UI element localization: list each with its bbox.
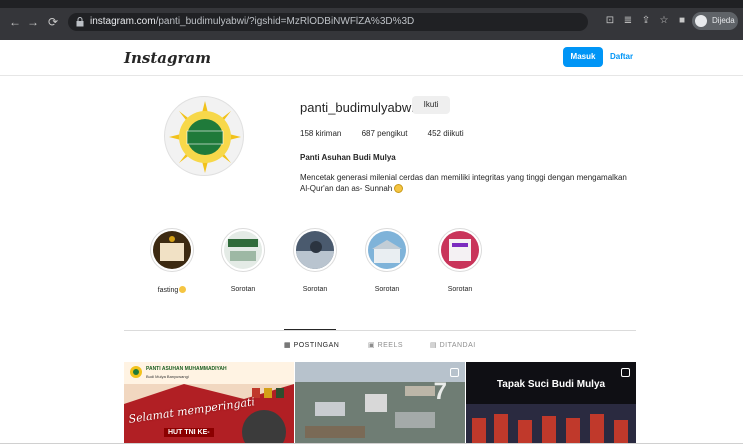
- profile-bio-text: Mencetak generasi milenial cerdas dan me…: [300, 173, 627, 193]
- tab-reels[interactable]: ▣ REELS: [368, 341, 403, 349]
- profile-full-name: Panti Asuhan Budi Mulya: [300, 153, 396, 162]
- profile-avatar[interactable]: [164, 96, 244, 176]
- url-host: instagram.com: [90, 16, 156, 27]
- highlight-label: Sorotan: [374, 286, 400, 293]
- browser-profile-chip[interactable]: Dijeda: [692, 12, 738, 30]
- post-title: Tapak Suci Budi Mulya: [496, 379, 606, 390]
- tab-tagged[interactable]: ▤ DITANDAI: [430, 341, 476, 349]
- profile-chip-label: Dijeda: [712, 16, 735, 25]
- signup-link[interactable]: Daftar: [610, 47, 633, 67]
- follow-button[interactable]: Ikuti: [412, 96, 450, 114]
- post-number: 7: [433, 378, 447, 405]
- address-bar[interactable]: instagram.com/panti_budimulyabwi/?igshid…: [68, 13, 588, 31]
- avatar-logo-image: [169, 101, 241, 173]
- browser-toolbar: ← → ⟳ instagram.com/panti_budimulyabwi/?…: [0, 0, 743, 40]
- highlight-label: Sorotan: [302, 286, 328, 293]
- highlight-item[interactable]: Sorotan: [213, 228, 273, 293]
- highlight-label: fasting: [142, 286, 202, 294]
- highlight-label: Sorotan: [230, 286, 256, 293]
- smile-emoji-icon: [394, 184, 404, 193]
- profile-avatar-icon: [695, 15, 707, 27]
- window-bottom-edge: [0, 443, 743, 447]
- tab-tagged-label: DITANDAI: [439, 342, 476, 349]
- active-tab-indicator: [284, 329, 336, 330]
- post-subtitle: Budi Mulya Banyuwangi: [146, 374, 189, 379]
- highlight-cover-image: [296, 231, 334, 269]
- profile-bio: Mencetak generasi milenial cerdas dan me…: [300, 172, 630, 194]
- panti-logo-icon: [130, 366, 142, 378]
- highlight-label-text: fasting: [157, 287, 179, 294]
- highlight-item[interactable]: fasting: [142, 228, 202, 294]
- highlight-item[interactable]: Sorotan: [285, 228, 345, 293]
- install-app-icon[interactable]: ⊡: [604, 15, 616, 27]
- page-info-icon[interactable]: ≣: [622, 15, 634, 27]
- lock-icon: [76, 17, 84, 27]
- highlight-cover-image: [441, 231, 479, 269]
- instagram-logo[interactable]: Instagram: [124, 49, 211, 67]
- emoji-icon: [179, 286, 187, 293]
- highlight-label: Sorotan: [447, 286, 473, 293]
- tab-reels-label: REELS: [377, 342, 404, 349]
- highlight-cover-image: [153, 231, 191, 269]
- login-button[interactable]: Masuk: [563, 47, 603, 67]
- followers-count[interactable]: 687 pengikut: [362, 129, 408, 138]
- post-hut-text: HUT TNI KE-: [164, 428, 214, 437]
- highlight-ring: [150, 228, 194, 272]
- highlight-ring: [438, 228, 482, 272]
- highlight-ring: [365, 228, 409, 272]
- back-icon[interactable]: ←: [8, 15, 22, 29]
- reels-icon: ▣: [368, 342, 378, 349]
- highlight-item[interactable]: Sorotan: [430, 228, 490, 293]
- tab-posts-label: POSTINGAN: [293, 342, 340, 349]
- instagram-header: Instagram Masuk Daftar: [0, 40, 743, 76]
- profile-stats: 158 kiriman 687 pengikut 452 diikuti: [300, 129, 482, 138]
- post-thumbnail[interactable]: PANTI ASUHAN MUHAMMADIYAH Budi Mulya Ban…: [124, 362, 294, 447]
- post-title: PANTI ASUHAN MUHAMMADIYAH: [146, 366, 227, 372]
- tab-posts[interactable]: ▦ POSTINGAN: [284, 341, 339, 349]
- share-icon[interactable]: ⇪: [640, 15, 652, 27]
- reel-icon: [450, 368, 459, 377]
- group-photo: [466, 404, 636, 447]
- highlight-cover-image: [368, 231, 406, 269]
- highlight-cover-image: [224, 231, 262, 269]
- following-count[interactable]: 452 diikuti: [428, 129, 464, 138]
- profile-username: panti_budimulyabwi: [300, 100, 415, 115]
- url-text: instagram.com/panti_budimulyabwi/?igshid…: [90, 16, 414, 27]
- highlight-ring: [221, 228, 265, 272]
- side-panel-icon[interactable]: ■: [676, 15, 688, 27]
- posts-count: 158 kiriman: [300, 129, 342, 138]
- browser-tabstrip: [0, 0, 743, 8]
- tagged-icon: ▤: [430, 342, 440, 349]
- grid-icon: ▦: [284, 342, 294, 349]
- forward-icon[interactable]: →: [26, 15, 40, 29]
- post-thumbnail[interactable]: 7: [295, 362, 465, 447]
- highlight-item[interactable]: Sorotan: [357, 228, 417, 293]
- bookmark-star-icon[interactable]: ☆: [658, 15, 670, 27]
- tabs-divider: [124, 330, 636, 331]
- post-thumbnail[interactable]: Tapak Suci Budi Mulya: [466, 362, 636, 447]
- reel-icon: [621, 368, 630, 377]
- url-path: /panti_budimulyabwi/?igshid=MzRlODBiNWFl…: [155, 16, 415, 27]
- reload-icon[interactable]: ⟳: [46, 15, 60, 29]
- highlight-ring: [293, 228, 337, 272]
